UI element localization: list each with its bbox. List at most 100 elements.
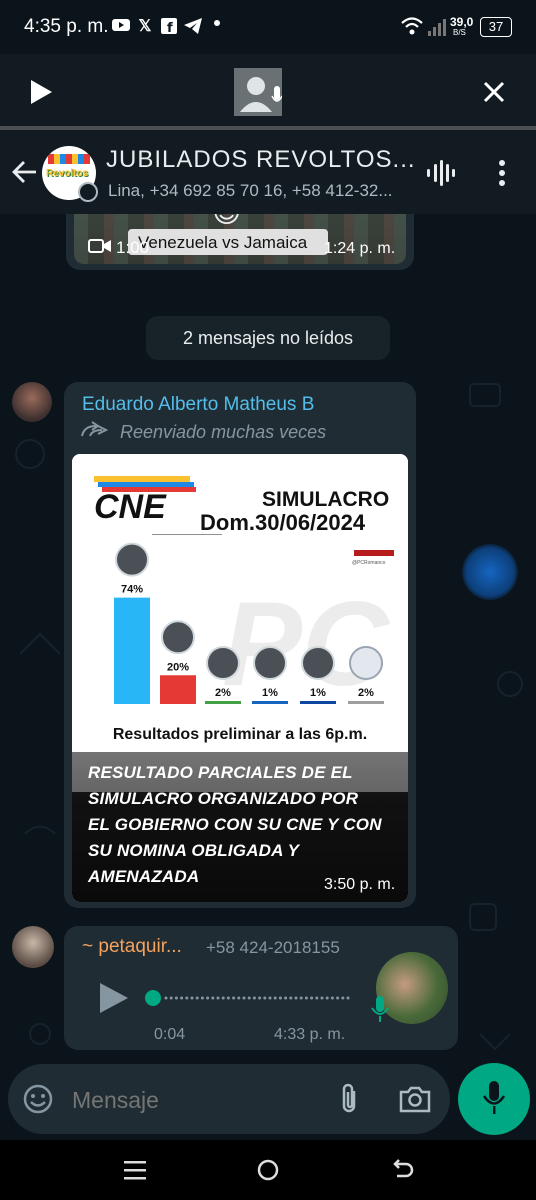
waveform-dot: [330, 996, 334, 1000]
simulacro-date: Dom.30/06/2024: [200, 510, 366, 535]
chart-data-label: 1%: [310, 687, 326, 699]
emoji-icon[interactable]: [22, 1083, 54, 1120]
prev-video-duration: 1:00: [116, 238, 150, 257]
candidate-photo: [253, 646, 287, 680]
mic-icon: [482, 1081, 506, 1114]
mic-small-icon: [370, 996, 390, 1029]
caption-line: EL GOBIERNO CON SU CNE Y CON: [88, 815, 382, 834]
unread-label: 2 mensajes no leídos: [182, 328, 354, 348]
chart-bar: [205, 701, 241, 704]
waveform-dot: [294, 996, 298, 1000]
sender2-name[interactable]: ~ petaquir...: [82, 936, 182, 958]
waveform-dot: [268, 996, 272, 1000]
waveform-dot: [299, 996, 303, 1000]
waveform-dot: [206, 996, 210, 1000]
waveform-dot: [195, 996, 199, 1000]
telegram-icon: [184, 18, 202, 36]
waveform-dot: [169, 996, 173, 1000]
waveform-dot: [252, 996, 256, 1000]
caller-avatar-placeholder: [234, 68, 283, 116]
play-icon[interactable]: [28, 78, 54, 111]
caption-line: SIMULACRO ORGANIZADO POR: [88, 789, 359, 808]
image-caption: RESULTADO PARCIALES DE EL SIMULACRO ORGA…: [88, 760, 382, 890]
voice-duration: 0:04: [154, 1026, 186, 1043]
waveform-dot: [232, 996, 236, 1000]
voice-record-button[interactable]: [458, 1063, 530, 1135]
camera-icon[interactable]: [398, 1084, 432, 1119]
chart-data-label: 74%: [121, 584, 143, 596]
battery-indicator: 37: [480, 17, 512, 37]
bar-chart: 74% 20% 2% 1% 1% 2%: [114, 534, 384, 704]
chart-data-label: 20%: [167, 661, 189, 673]
prev-message-time: 1:24 p. m.: [324, 240, 396, 257]
candidate-photo: [349, 646, 383, 680]
prev-video-bubble[interactable]: 😍 Venezuela vs Jamaica 1:00 1:24 p. m.: [66, 214, 414, 270]
voice-chat-icon[interactable]: [426, 158, 456, 193]
caption-panel: RESULTADO PARCIALES DE EL SIMULACRO ORGA…: [72, 752, 408, 902]
cne-logo-text: CNE: [94, 488, 166, 526]
waveform-dot: [242, 996, 246, 1000]
waveform-dot: [185, 996, 189, 1000]
waveform-dot: [304, 996, 308, 1000]
chart-panel: CNE SIMULACRO Dom.30/06/2024 @PCRomanco …: [72, 454, 408, 752]
simulacro-image[interactable]: CNE SIMULACRO Dom.30/06/2024 @PCRomanco …: [72, 454, 408, 902]
waveform-dot: [315, 996, 319, 1000]
chart-bar: [114, 597, 150, 704]
chart-data-label: 1%: [262, 687, 278, 699]
svg-text:f: f: [167, 21, 173, 34]
waveform-dot: [278, 996, 282, 1000]
waveform-dot: [258, 996, 262, 1000]
voice-progress-knob[interactable]: [145, 990, 161, 1006]
waveform-dot: [174, 996, 178, 1000]
waveform-dot: [247, 996, 251, 1000]
net-unit: B/S: [453, 28, 466, 37]
facebook-icon: f: [160, 18, 178, 36]
forwarded-label: Reenviado muchas veces: [120, 422, 327, 442]
waveform-dot: [211, 996, 215, 1000]
voice-play-icon[interactable]: [96, 980, 130, 1021]
net-speed: 39,0: [450, 15, 474, 29]
sender2-avatar[interactable]: [12, 926, 54, 968]
wifi-icon: [400, 16, 424, 41]
candidate-photo: [115, 542, 149, 577]
waveform-dot: [284, 996, 288, 1000]
video-camera-icon: [88, 237, 112, 260]
floating-bubble[interactable]: [462, 544, 518, 600]
waveform-dot: [190, 996, 194, 1000]
simulacro-heading: SIMULACRO: [262, 488, 390, 511]
status-ring-icon: [78, 182, 98, 202]
attach-icon[interactable]: [336, 1082, 362, 1121]
signal-icon: [428, 18, 446, 41]
group-name[interactable]: JUBILADOS REVOLTOS...: [106, 146, 416, 174]
forwarded-icon: [80, 420, 109, 445]
waveform-dot: [346, 996, 350, 1000]
prev-caption: Venezuela vs Jamaica: [138, 233, 308, 252]
sender-name[interactable]: Eduardo Alberto Matheus B: [82, 394, 314, 416]
x-icon: 𝕏: [138, 18, 152, 35]
chart-data-label: 2%: [215, 687, 231, 699]
chart-bar: [348, 701, 384, 704]
candidate-photo: [161, 620, 195, 655]
chat-area[interactable]: 😍 Venezuela vs Jamaica 1:00 1:24 p. m. 2…: [0, 214, 536, 1064]
caption-line: RESULTADO PARCIALES DE EL: [88, 763, 353, 782]
kebab-menu-icon[interactable]: [496, 158, 508, 193]
recent-apps-icon[interactable]: [124, 1160, 146, 1185]
group-avatar-text: Revoltos: [46, 168, 89, 179]
close-icon[interactable]: [482, 80, 506, 109]
waveform-dot: [237, 996, 241, 1000]
waveform-dot: [341, 996, 345, 1000]
status-bar: 4:35 p. m. 𝕏 f 39,0 B/S 37: [0, 0, 536, 54]
message-input[interactable]: [70, 1080, 324, 1120]
waveform-dot: [216, 996, 220, 1000]
back-arrow-icon[interactable]: [10, 158, 38, 191]
sender2-phone: +58 424-2018155: [206, 938, 340, 957]
chart-bar: [252, 701, 288, 704]
home-icon[interactable]: [257, 1159, 279, 1186]
back-nav-icon[interactable]: [390, 1158, 414, 1187]
candidate-photo: [206, 646, 240, 680]
candidate-photo: [301, 646, 335, 680]
waveform-dot: [273, 996, 277, 1000]
sender-avatar[interactable]: [12, 382, 52, 422]
group-participants[interactable]: Lina, +34 692 85 70 16, +58 412-32...: [108, 181, 393, 201]
waveform-dot: [289, 996, 293, 1000]
